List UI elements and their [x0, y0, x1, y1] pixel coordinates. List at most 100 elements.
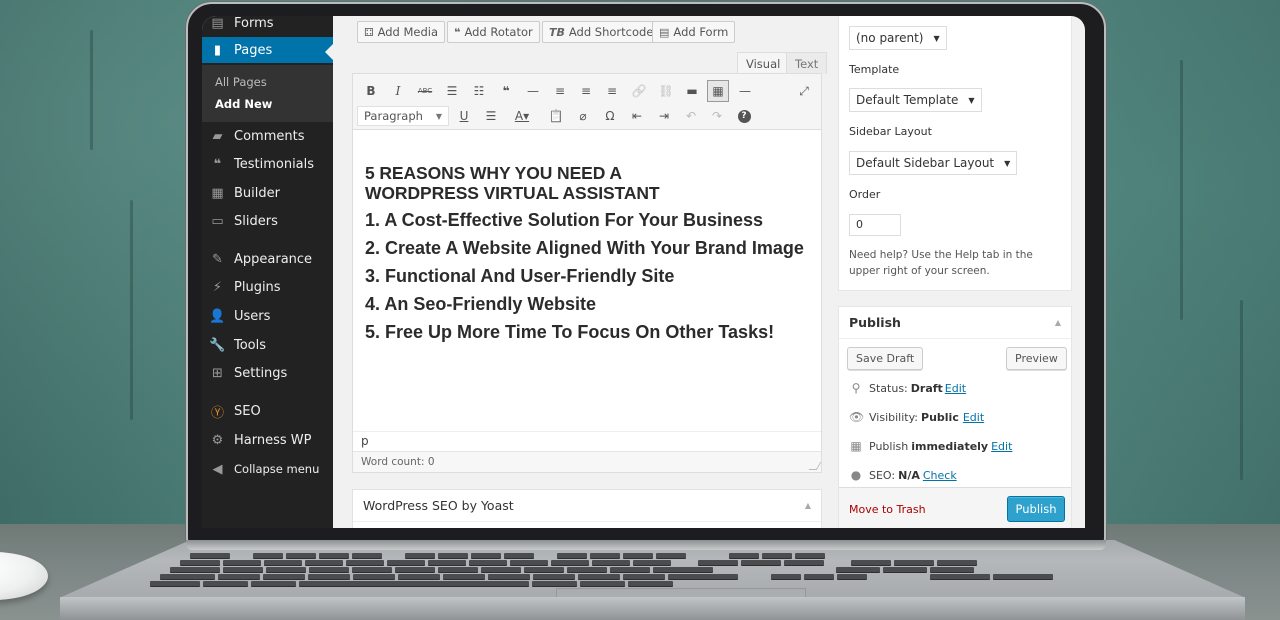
publish-box: Publish ▲ Save Draft Preview ⚲ Status: D… — [838, 306, 1072, 528]
save-draft-button[interactable]: Save Draft — [847, 347, 924, 370]
key — [305, 560, 343, 565]
horizontal-line-button[interactable]: — — [522, 80, 544, 102]
link-button[interactable]: 🔗 — [628, 80, 650, 102]
special-character-button[interactable]: Ω — [599, 105, 621, 127]
sidebar-item-sliders[interactable]: ▭ Sliders — [202, 208, 333, 234]
page-attributes-box: (no parent) ▼ Template Default Template … — [838, 16, 1072, 291]
key — [264, 560, 302, 565]
justify-button[interactable]: ☰ — [480, 105, 502, 127]
form-icon: ▤ — [659, 25, 670, 39]
indent-button[interactable]: ⇥ — [653, 105, 675, 127]
clear-formatting-button[interactable]: ⌀ — [572, 105, 594, 127]
sidebar-item-harness-wp[interactable]: ⚙ Harness WP — [202, 427, 333, 453]
add-form-button[interactable]: ▤ Add Form — [652, 21, 736, 43]
sidebar-layout-select[interactable]: Default Sidebar Layout ▼ — [849, 151, 1018, 175]
key — [930, 567, 974, 572]
order-input[interactable]: 0 — [849, 214, 901, 236]
key — [223, 560, 261, 565]
add-rotator-button[interactable]: ❝ Add Rotator — [447, 21, 540, 43]
key — [395, 567, 435, 572]
add-shortcode-button[interactable]: TB Add Shortcode — [542, 21, 661, 43]
help-button[interactable]: ? — [733, 105, 755, 127]
unlink-button[interactable]: ⛓ — [655, 80, 677, 102]
move-to-trash-link[interactable]: Move to Trash — [849, 503, 926, 516]
key — [190, 553, 230, 558]
submenu-all-pages[interactable]: All Pages — [215, 75, 267, 89]
align-left-button[interactable]: ≡ — [549, 80, 571, 102]
sidebar-item-users[interactable]: 👤 Users — [202, 303, 333, 329]
seo-check-link[interactable]: Check — [923, 469, 957, 482]
key — [223, 567, 263, 572]
editor-content[interactable]: 5 REASONS WHY YOU NEED A WORDPRESS VIRTU… — [353, 131, 821, 431]
sidebar-item-builder[interactable]: ▦ Builder — [202, 180, 333, 206]
align-right-button[interactable]: ≡ — [601, 80, 623, 102]
outdent-button[interactable]: ⇤ — [626, 105, 648, 127]
edit-schedule-link[interactable]: Edit — [991, 440, 1012, 453]
key — [532, 581, 577, 586]
key — [883, 567, 927, 572]
underline-button[interactable]: U — [453, 105, 475, 127]
publish-header[interactable]: Publish ▲ — [839, 307, 1071, 339]
yoast-seo-header[interactable]: WordPress SEO by Yoast ▲ — [353, 490, 821, 522]
sidebar-item-label: Sliders — [234, 213, 278, 229]
key — [578, 574, 620, 579]
key — [610, 567, 650, 572]
key — [180, 560, 220, 565]
sidebar-item-seo[interactable]: Ⓨ SEO — [202, 398, 333, 424]
add-form-label: Add Form — [673, 25, 729, 39]
key — [628, 581, 673, 586]
key — [524, 567, 564, 572]
blockquote-button[interactable]: ❝ — [495, 80, 517, 102]
key — [469, 560, 507, 565]
redo-button[interactable]: ↷ — [706, 105, 728, 127]
sidebar-item-testimonials[interactable]: ❝ Testimonials — [202, 151, 333, 177]
sidebar-item-tools[interactable]: 🔧 Tools — [202, 332, 333, 358]
submenu-add-new[interactable]: Add New — [215, 97, 272, 111]
toolbar-toggle-button[interactable]: ▦ — [707, 80, 729, 102]
tab-text[interactable]: Text — [786, 52, 828, 74]
edit-status-link[interactable]: Edit — [945, 382, 966, 395]
collapse-arrow-icon[interactable]: ▲ — [805, 501, 811, 510]
edit-visibility-link[interactable]: Edit — [963, 411, 984, 424]
sidebar-item-settings[interactable]: ⊞ Settings — [202, 360, 333, 386]
preview-button[interactable]: Preview — [1006, 347, 1067, 370]
strikethrough-button[interactable]: ABC — [414, 80, 436, 102]
collapse-menu-button[interactable]: ◀ Collapse menu — [202, 456, 333, 482]
paste-text-button[interactable]: 📋 — [545, 105, 567, 127]
sidebar-item-forms[interactable]: ▤ Forms — [202, 16, 333, 36]
key — [309, 567, 349, 572]
text-color-button[interactable]: A▾ — [507, 105, 537, 127]
bold-button[interactable]: B — [360, 80, 382, 102]
chevron-down-icon: ▼ — [968, 95, 975, 105]
add-media-button[interactable]: ⚃ Add Media — [357, 21, 446, 43]
key — [771, 574, 801, 579]
format-select-value: Paragraph — [364, 109, 423, 123]
numbered-list-button[interactable]: ☷ — [468, 80, 490, 102]
chevron-down-icon: ▼ — [435, 111, 442, 121]
key — [567, 567, 607, 572]
sidebar-item-pages[interactable]: ▮ Pages — [202, 37, 333, 63]
read-more-button[interactable]: ▬ — [681, 80, 703, 102]
collapse-arrow-icon[interactable]: ▲ — [1055, 318, 1061, 327]
parent-select[interactable]: (no parent) ▼ — [849, 26, 947, 50]
undo-button[interactable]: ↶ — [680, 105, 702, 127]
key — [286, 553, 316, 558]
status-value: Draft — [910, 381, 943, 395]
dash-button[interactable]: — — [734, 80, 756, 102]
key — [784, 560, 824, 565]
publish-button[interactable]: Publish — [1007, 496, 1065, 522]
sidebar-item-comments[interactable]: ▰ Comments — [202, 123, 333, 149]
sidebar-item-label: Appearance — [234, 251, 313, 267]
format-select[interactable]: Paragraph ▼ — [357, 106, 449, 126]
bullet-list-button[interactable]: ☰ — [441, 80, 463, 102]
italic-button[interactable]: I — [387, 80, 409, 102]
key-row — [160, 574, 1053, 579]
tab-visual[interactable]: Visual — [737, 52, 790, 74]
align-center-button[interactable]: ≡ — [575, 80, 597, 102]
key — [253, 553, 283, 558]
key — [488, 574, 530, 579]
fullscreen-button[interactable]: ⤢ — [793, 80, 815, 102]
sidebar-item-appearance[interactable]: ✎ Appearance — [202, 246, 333, 272]
template-select[interactable]: Default Template ▼ — [849, 88, 982, 112]
sidebar-item-plugins[interactable]: ⚡ Plugins — [202, 274, 333, 300]
